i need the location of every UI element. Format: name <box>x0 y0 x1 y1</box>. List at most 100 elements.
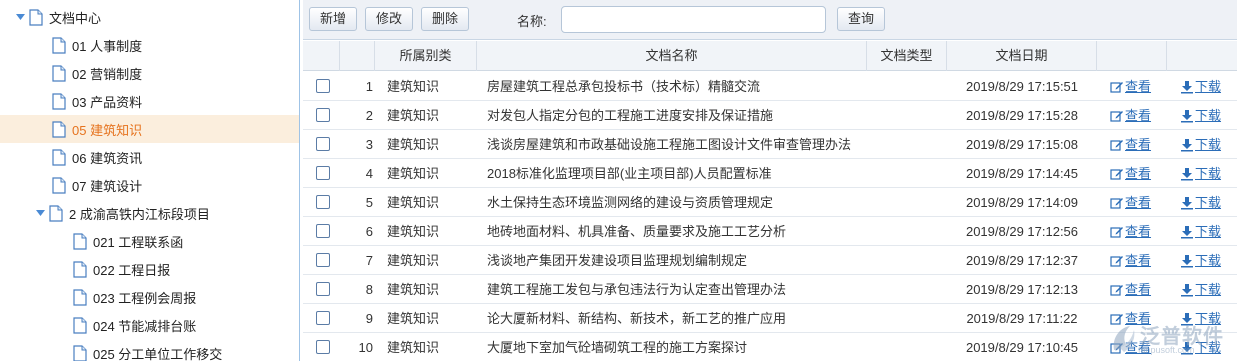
view-link-label: 查看 <box>1125 166 1152 181</box>
table-row[interactable]: 10 建筑知识 大厦地下室加气砼墙砌筑工程的施工方案探讨 2019/8/29 17:1… <box>303 333 1237 361</box>
view-link[interactable]: 查看 <box>1110 130 1151 159</box>
row-checkbox[interactable] <box>316 137 330 151</box>
view-link-label: 查看 <box>1125 282 1152 297</box>
row-doc-date: 2019/8/29 17:14:45 <box>965 166 1079 181</box>
tree-node-label: 03 产品资料 <box>72 94 143 110</box>
view-link[interactable]: 查看 <box>1110 304 1151 333</box>
tree-root-node[interactable]: 文档中心 <box>0 3 299 31</box>
download-icon <box>1181 225 1193 238</box>
row-checkbox[interactable] <box>316 224 330 238</box>
edit-view-icon <box>1110 81 1123 93</box>
download-link[interactable]: 下载 <box>1180 217 1221 246</box>
tree-node[interactable]: 021 工程联系函 <box>0 227 299 255</box>
row-checkbox[interactable] <box>316 311 330 325</box>
row-doc-type <box>867 159 947 188</box>
download-link-label: 下载 <box>1195 166 1222 181</box>
tree-node[interactable]: 03 产品资料 <box>0 87 299 115</box>
row-category: 建筑知识 <box>387 282 440 297</box>
download-link[interactable]: 下载 <box>1180 159 1221 188</box>
row-doc-name: 建筑工程施工发包与承包违法行为认定查出管理办法 <box>487 282 787 297</box>
row-category: 建筑知识 <box>387 253 440 268</box>
tree-node[interactable]: 025 分工单位工作移交 <box>0 339 299 361</box>
download-icon <box>1181 341 1193 354</box>
name-search-input[interactable] <box>561 6 826 33</box>
header-category[interactable]: 所属别类 <box>375 41 477 71</box>
edit-view-icon <box>1110 255 1123 267</box>
tree-node[interactable]: 02 营销制度 <box>0 59 299 87</box>
caret-down-icon[interactable] <box>35 208 45 218</box>
tree-node[interactable]: 07 建筑设计 <box>0 171 299 199</box>
header-doc-date[interactable]: 文档日期 <box>947 41 1097 71</box>
header-doc-type[interactable]: 文档类型 <box>867 41 947 71</box>
tree-node-label: 023 工程例会周报 <box>93 290 197 306</box>
document-icon <box>52 120 66 138</box>
header-download-col <box>1167 41 1237 71</box>
table-row[interactable]: 5 建筑知识 水土保持生态环境监测网络的建设与资质管理规定 2019/8/29 17:… <box>303 188 1237 217</box>
table-row[interactable]: 4 建筑知识 2018标准化监理项目部(业主项目部)人员配置标准 2019/8/29 … <box>303 159 1237 188</box>
tree-node[interactable]: 022 工程日报 <box>0 255 299 283</box>
caret-down-icon[interactable] <box>15 12 25 22</box>
view-link[interactable]: 查看 <box>1110 333 1151 361</box>
download-link[interactable]: 下载 <box>1180 246 1221 275</box>
download-link[interactable]: 下载 <box>1180 130 1221 159</box>
header-doc-name[interactable]: 文档名称 <box>477 41 867 71</box>
document-category-tree: 文档中心 01 人事制度 02 营销制度 03 产品资料 05 建筑知识 06 建筑资讯… <box>0 0 300 361</box>
view-link[interactable]: 查看 <box>1110 159 1151 188</box>
tree-node[interactable]: 024 节能减排台账 <box>0 311 299 339</box>
row-doc-type <box>867 275 947 304</box>
tree-node-label: 025 分工单位工作移交 <box>93 346 223 361</box>
row-checkbox[interactable] <box>316 253 330 267</box>
query-button[interactable]: 查询 <box>837 7 886 31</box>
view-link[interactable]: 查看 <box>1110 217 1151 246</box>
row-doc-name: 对发包人指定分包的工程施工进度安排及保证措施 <box>487 108 774 123</box>
table-row[interactable]: 8 建筑知识 建筑工程施工发包与承包违法行为认定查出管理办法 2019/8/29 17… <box>303 275 1237 304</box>
document-grid: 所属别类 文档名称 文档类型 文档日期 1 建筑知识 房屋建筑工程总承包投标书（技术… <box>303 41 1237 361</box>
tree-node[interactable]: 2 成渝高铁内江标段项目 <box>0 199 299 227</box>
download-icon <box>1181 196 1193 209</box>
document-icon <box>73 288 87 306</box>
download-link[interactable]: 下载 <box>1180 72 1221 101</box>
view-link[interactable]: 查看 <box>1110 275 1151 304</box>
view-link[interactable]: 查看 <box>1110 188 1151 217</box>
download-link[interactable]: 下载 <box>1180 275 1221 304</box>
row-doc-date: 2019/8/29 17:15:08 <box>965 137 1079 152</box>
view-link-label: 查看 <box>1125 79 1152 94</box>
tree-node[interactable]: 06 建筑资讯 <box>0 143 299 171</box>
download-link[interactable]: 下载 <box>1180 304 1221 333</box>
row-checkbox[interactable] <box>316 166 330 180</box>
view-link[interactable]: 查看 <box>1110 246 1151 275</box>
table-row[interactable]: 6 建筑知识 地砖地面材料、机具准备、质量要求及施工工艺分析 2019/8/29 17… <box>303 217 1237 246</box>
table-row[interactable]: 7 建筑知识 浅谈地产集团开发建设项目监理规划编制规定 2019/8/29 17:12… <box>303 246 1237 275</box>
table-row[interactable]: 2 建筑知识 对发包人指定分包的工程施工进度安排及保证措施 2019/8/29 17:… <box>303 101 1237 130</box>
download-link[interactable]: 下载 <box>1180 333 1221 361</box>
add-button[interactable]: 新增 <box>309 7 358 31</box>
view-link[interactable]: 查看 <box>1110 101 1151 130</box>
edit-view-icon <box>1110 284 1123 296</box>
table-row[interactable]: 3 建筑知识 浅谈房屋建筑和市政基础设施工程施工图设计文件审查管理办法 2019/8/… <box>303 130 1237 159</box>
row-checkbox[interactable] <box>316 195 330 209</box>
edit-view-icon <box>1110 342 1123 354</box>
tree-node[interactable]: 023 工程例会周报 <box>0 283 299 311</box>
row-category: 建筑知识 <box>387 311 440 326</box>
tree-node[interactable]: 05 建筑知识 <box>0 115 299 143</box>
tree-node-label: 05 建筑知识 <box>72 122 143 138</box>
download-link[interactable]: 下载 <box>1180 101 1221 130</box>
edit-view-icon <box>1110 110 1123 122</box>
document-icon <box>52 92 66 110</box>
view-link[interactable]: 查看 <box>1110 72 1151 101</box>
row-doc-name: 浅谈房屋建筑和市政基础设施工程施工图设计文件审查管理办法 <box>487 137 852 152</box>
edit-button[interactable]: 修改 <box>365 7 414 31</box>
table-row[interactable]: 9 建筑知识 论大厦新材料、新结构、新技术，新工艺的推广应用 2019/8/29 17… <box>303 304 1237 333</box>
download-icon <box>1181 138 1193 151</box>
delete-button[interactable]: 删除 <box>421 7 470 31</box>
download-link[interactable]: 下载 <box>1180 188 1221 217</box>
row-number: 10 <box>358 340 373 355</box>
row-checkbox[interactable] <box>316 340 330 354</box>
download-link-label: 下载 <box>1195 108 1222 123</box>
table-row[interactable]: 1 建筑知识 房屋建筑工程总承包投标书（技术标）精髓交流 2019/8/29 17:1… <box>303 72 1237 101</box>
row-checkbox[interactable] <box>316 108 330 122</box>
row-category: 建筑知识 <box>387 108 440 123</box>
row-checkbox[interactable] <box>316 282 330 296</box>
row-checkbox[interactable] <box>316 79 330 93</box>
tree-node[interactable]: 01 人事制度 <box>0 31 299 59</box>
